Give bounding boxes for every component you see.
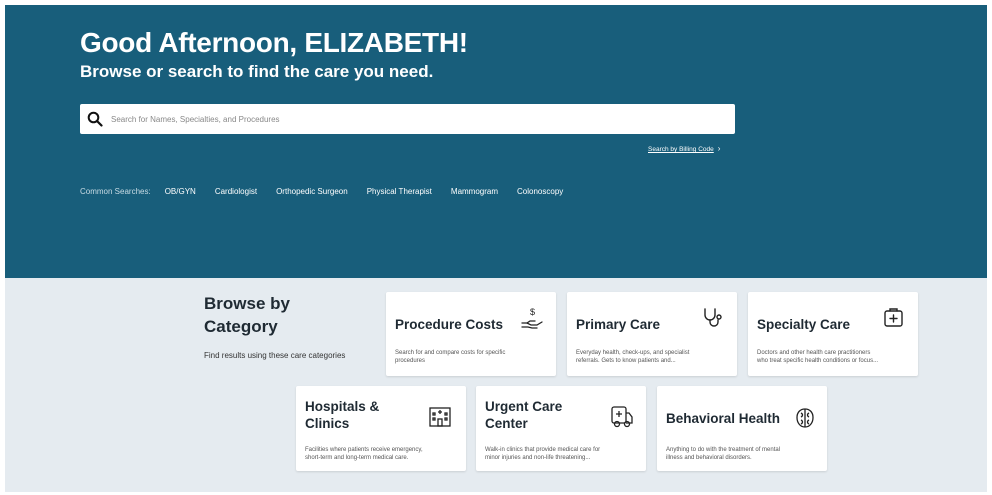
card-description: Doctors and other health care practition… [757, 350, 879, 364]
ambulance-icon [610, 405, 633, 428]
common-searches-label: Common Searches: [80, 187, 151, 196]
category-card-behavioral-health[interactable]: Behavioral Health Anything to do with th… [657, 386, 827, 471]
hand-dollar-icon: $ [520, 306, 543, 329]
browse-title: Browse by Category [204, 294, 290, 336]
hero-banner: Good Afternoon, ELIZABETH! Browse or sea… [5, 5, 987, 278]
page-frame: Good Afternoon, ELIZABETH! Browse or sea… [5, 5, 987, 492]
search-input[interactable] [111, 114, 735, 124]
card-description: Walk-in clinics that provide medical car… [485, 447, 601, 461]
svg-text:$: $ [530, 307, 535, 317]
card-description: Search for and compare costs for specifi… [395, 350, 506, 364]
search-icon [87, 110, 105, 128]
billing-code-link[interactable]: Search by Billing Code › [648, 144, 720, 153]
card-description: Anything to do with the treatment of men… [666, 447, 781, 461]
card-title: Primary Care [576, 317, 661, 332]
hospital-icon [428, 405, 451, 427]
category-card-hospitals-clinics[interactable]: Hospitals & Clinics Facilities where pat… [296, 386, 466, 471]
card-title: Behavioral Health [666, 411, 781, 426]
common-search-orthopedic-surgeon[interactable]: Orthopedic Surgeon [276, 187, 348, 196]
common-search-colonoscopy[interactable]: Colonoscopy [517, 187, 563, 196]
category-card-primary-care[interactable]: Primary Care Everyday health, check-ups,… [567, 292, 737, 376]
common-search-physical-therapist[interactable]: Physical Therapist [367, 187, 432, 196]
card-title: Urgent Care Center [485, 399, 563, 431]
category-card-urgent-care-center[interactable]: Urgent Care Center Walk-in clinics that … [476, 386, 646, 471]
card-title: Specialty Care [757, 317, 851, 332]
search-box[interactable] [80, 104, 735, 134]
common-searches: Common Searches: OB/GYN Cardiologist Ort… [80, 187, 582, 196]
card-description: Everyday health, check-ups, and speciali… [576, 350, 690, 364]
common-search-mammogram[interactable]: Mammogram [451, 187, 498, 196]
greeting-heading: Good Afternoon, ELIZABETH! [80, 27, 468, 58]
stethoscope-icon [701, 306, 723, 328]
category-card-procedure-costs[interactable]: Procedure Costs $ Search for and compare… [386, 292, 556, 376]
card-description: Facilities where patients receive emerge… [305, 447, 423, 461]
brain-icon [793, 406, 815, 428]
browse-description: Find results using these care categories [204, 351, 346, 360]
common-search-obgyn[interactable]: OB/GYN [165, 187, 196, 196]
card-title: Procedure Costs [395, 317, 504, 332]
medical-kit-icon [882, 306, 904, 328]
category-card-specialty-care[interactable]: Specialty Care Doctors and other health … [748, 292, 918, 376]
chevron-right-icon: › [717, 144, 721, 153]
card-title: Hospitals & Clinics [305, 399, 380, 431]
common-search-cardiologist[interactable]: Cardiologist [215, 187, 257, 196]
subtitle: Browse or search to find the care you ne… [80, 62, 434, 81]
billing-code-link-label: Search by Billing Code [648, 146, 714, 153]
